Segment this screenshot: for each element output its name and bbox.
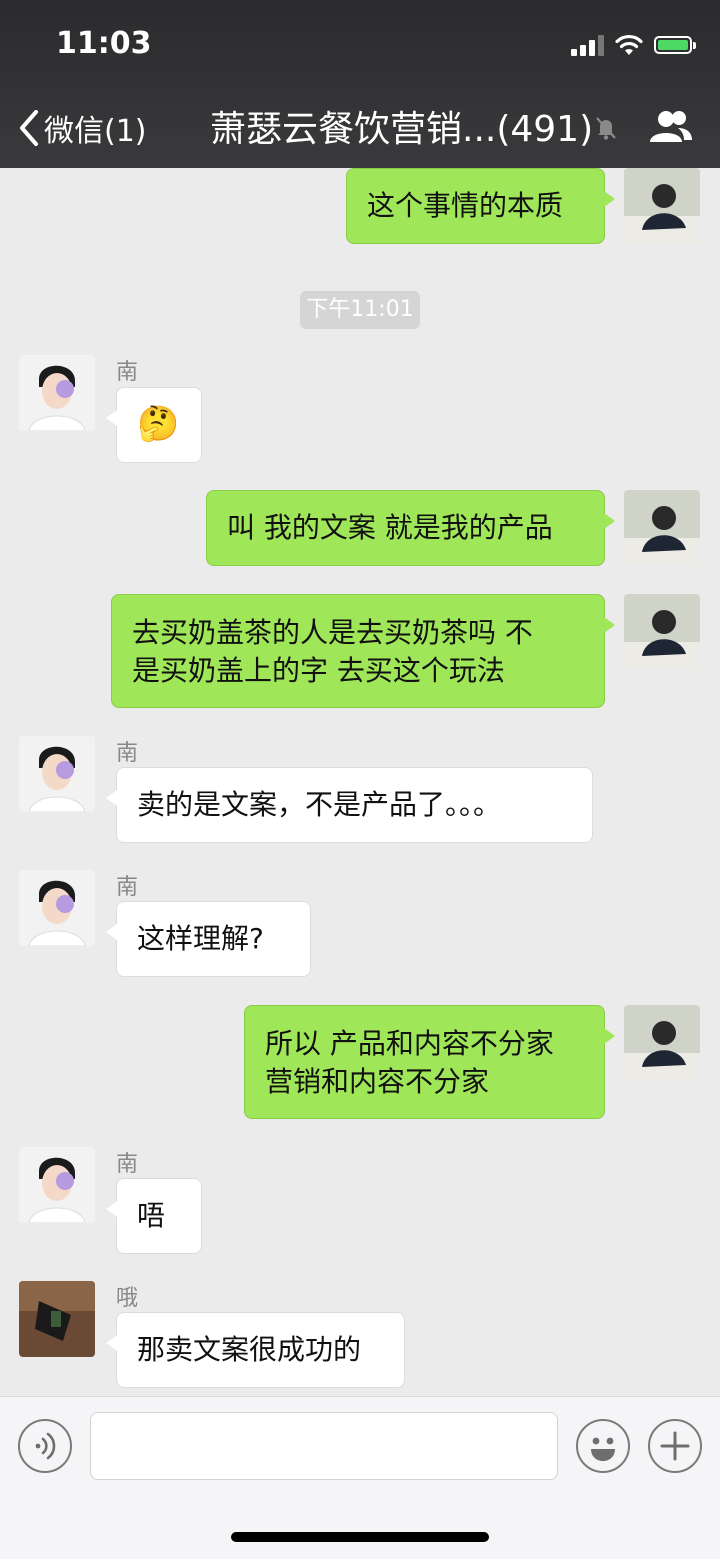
sender-avatar[interactable]: [19, 1147, 95, 1223]
sender-avatar[interactable]: [19, 355, 95, 431]
voice-input-button[interactable]: [18, 1419, 72, 1473]
sender-avatar[interactable]: [19, 870, 95, 946]
message-bubble[interactable]: 这样理解?: [106, 901, 311, 977]
battery-icon: [654, 36, 696, 54]
back-button[interactable]: 微信(1): [18, 106, 147, 150]
back-label: 微信(1): [44, 114, 147, 149]
chat-title: 萧瑟云餐饮营销...(491): [210, 109, 594, 150]
wifi-icon: [615, 34, 643, 55]
message-input-bar: [0, 1396, 720, 1493]
home-indicator[interactable]: [231, 1532, 489, 1542]
chat-message-list[interactable]: 这个事情的本质 下午11:01 南下綾 🤔 叫 我的文案 就是我: [0, 168, 720, 1396]
my-avatar[interactable]: [624, 594, 700, 670]
emoji-button[interactable]: [576, 1419, 630, 1473]
message-bubble[interactable]: 🤔: [106, 387, 202, 463]
sender-avatar[interactable]: [19, 736, 95, 812]
back-chevron-icon: [20, 110, 38, 146]
message-bubble[interactable]: 唔: [106, 1178, 202, 1254]
message-bubble[interactable]: 所以 产品和内容不分家 营销和内容不分家: [244, 1005, 615, 1119]
my-avatar[interactable]: [624, 490, 700, 566]
my-avatar[interactable]: [624, 168, 700, 244]
mute-bell-icon: [596, 117, 616, 140]
status-icons: [571, 30, 696, 60]
more-options-button[interactable]: [648, 1419, 702, 1473]
group-members-icon[interactable]: [648, 108, 694, 144]
plus-icon: [660, 1431, 690, 1461]
message-bubble[interactable]: 那卖文案很成功的: [106, 1312, 405, 1388]
message-bubble[interactable]: 去买奶盖茶的人是去买奶茶吗 不 是买奶盖上的字 去买这个玩法: [111, 594, 615, 708]
sender-name: 哦: [116, 1286, 139, 1311]
cellular-signal-icon: [571, 34, 604, 56]
voice-icon: [35, 1432, 56, 1460]
sender-avatar[interactable]: [19, 1281, 95, 1357]
message-text-input[interactable]: [90, 1412, 558, 1480]
emoji-icon: [591, 1437, 615, 1461]
message-bubble[interactable]: 叫 我的文案 就是我的产品: [206, 490, 615, 566]
status-time: 11:03: [56, 26, 152, 61]
message-timestamp: 下午11:01: [300, 291, 420, 329]
top-bar: 11:03 微信(1) 萧瑟云餐饮营销...(491): [0, 0, 720, 168]
message-bubble[interactable]: 卖的是文案，不是产品了。。。: [106, 767, 593, 843]
bottom-safe-area: [0, 1492, 720, 1559]
my-avatar[interactable]: [624, 1005, 700, 1081]
message-bubble[interactable]: 这个事情的本质: [346, 168, 615, 244]
